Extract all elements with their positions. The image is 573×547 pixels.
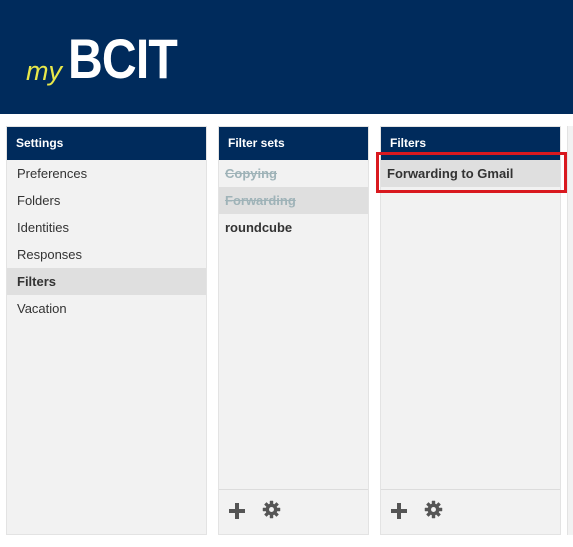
bcit-logo[interactable]: my BCIT <box>26 26 195 90</box>
logo-my-text: my <box>26 56 62 86</box>
settings-item-responses[interactable]: Responses <box>7 241 206 268</box>
filters-footer <box>381 489 560 534</box>
filter-sets-list: Copying Forwarding roundcube <box>219 160 368 241</box>
filter-item-forwarding-to-gmail[interactable]: Forwarding to Gmail <box>381 160 560 187</box>
filter-set-item-roundcube[interactable]: roundcube <box>219 214 368 241</box>
settings-item-folders[interactable]: Folders <box>7 187 206 214</box>
filters-panel: Filters Forwarding to Gmail <box>380 126 561 535</box>
plus-icon <box>390 502 408 523</box>
gear-icon <box>262 500 281 524</box>
settings-item-identities[interactable]: Identities <box>7 214 206 241</box>
settings-item-filters[interactable]: Filters <box>7 268 206 295</box>
add-filter-set-button[interactable] <box>227 502 247 522</box>
plus-icon <box>228 502 246 523</box>
right-panel-edge <box>567 126 573 535</box>
settings-list: Preferences Folders Identities Responses… <box>7 160 206 322</box>
settings-item-vacation[interactable]: Vacation <box>7 295 206 322</box>
settings-panel: Settings Preferences Folders Identities … <box>6 126 207 535</box>
settings-panel-header: Settings <box>7 127 206 160</box>
filter-set-actions-button[interactable] <box>261 500 281 524</box>
settings-item-preferences[interactable]: Preferences <box>7 160 206 187</box>
filter-sets-panel-header: Filter sets <box>219 127 368 160</box>
filter-set-item-copying[interactable]: Copying <box>219 160 368 187</box>
filter-set-item-forwarding[interactable]: Forwarding <box>219 187 368 214</box>
add-filter-button[interactable] <box>389 502 409 522</box>
logo-bcit-text: BCIT <box>68 27 178 90</box>
gear-icon <box>424 500 443 524</box>
filters-list: Forwarding to Gmail <box>381 160 560 187</box>
filter-actions-button[interactable] <box>423 500 443 524</box>
app-header: my BCIT <box>0 0 573 114</box>
filter-sets-panel: Filter sets Copying Forwarding roundcube <box>218 126 369 535</box>
filter-sets-footer <box>219 489 368 534</box>
filters-panel-header: Filters <box>381 127 560 160</box>
